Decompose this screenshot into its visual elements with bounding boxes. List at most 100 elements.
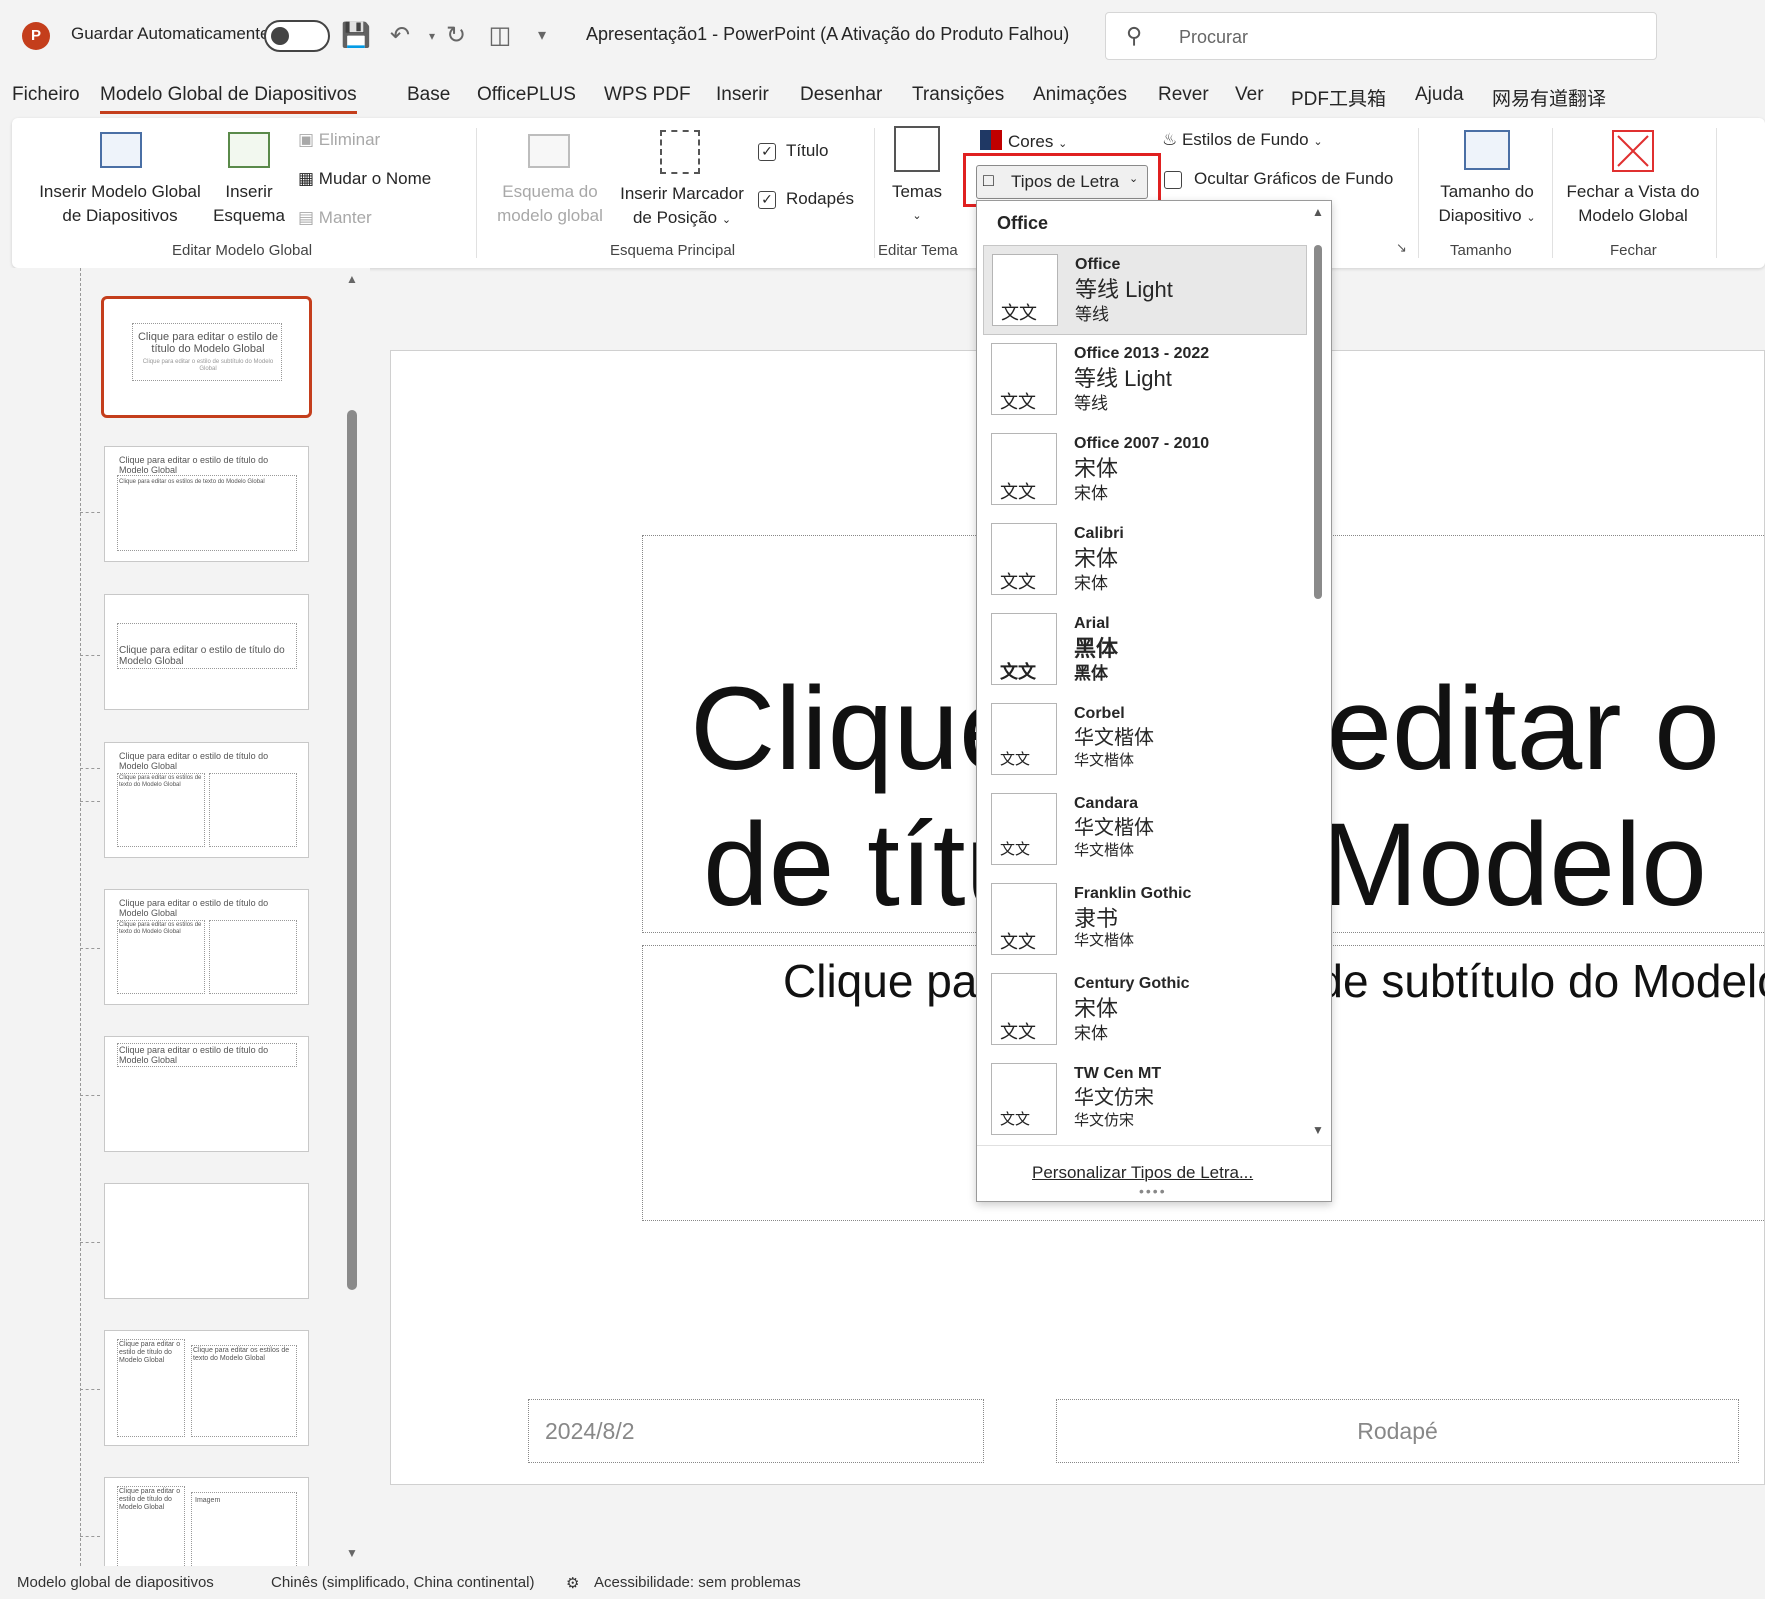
tab-file[interactable]: Ficheiro	[12, 84, 80, 106]
thumb-title: Clique para editar o estilo de título do…	[119, 455, 269, 475]
thumbnail-layout[interactable]: Clique para editar o estilo de título do…	[104, 742, 309, 858]
tab-review[interactable]: Rever	[1158, 84, 1209, 106]
tab-youdao-translate[interactable]: 网易有道翻译	[1492, 84, 1606, 111]
tab-animations[interactable]: Animações	[1033, 84, 1127, 106]
colors-label: Cores	[1008, 132, 1054, 151]
font-option-office-2007[interactable]: 文文 Office 2007 - 2010 宋体 宋体	[983, 425, 1307, 515]
search-box[interactable]: ⚲ Procurar	[1105, 12, 1657, 60]
footers-checkbox[interactable]: ✓	[758, 191, 776, 209]
date-placeholder[interactable]: 2024/8/2	[528, 1399, 984, 1463]
master-layout-label-1: Esquema do	[502, 182, 598, 201]
powerpoint-logo-icon: P	[22, 22, 50, 50]
thumbnail-layout[interactable]: Clique para editar o estilo de título do…	[104, 1330, 309, 1446]
insert-slide-master-label-1: Inserir Modelo Global	[39, 182, 201, 201]
font-option-body: 华文楷体	[1074, 841, 1135, 859]
slide-size-button[interactable]: Tamanho do Diapositivo ⌄	[1424, 180, 1550, 230]
footer-placeholder[interactable]: Rodapé	[1056, 1399, 1739, 1463]
font-option-body: 等线	[1074, 394, 1108, 413]
tab-slide-master[interactable]: Modelo Global de Diapositivos	[100, 84, 357, 114]
thumbnail-layout[interactable]: Clique para editar o estilo de título do…	[104, 594, 309, 710]
redo-icon[interactable]: ↻	[440, 20, 472, 52]
delete-button[interactable]: ▣ Eliminar	[298, 130, 380, 150]
save-icon[interactable]: 💾	[340, 20, 372, 52]
insert-placeholder-button[interactable]: Inserir Marcador de Posição ⌄	[616, 182, 748, 232]
scroll-down-arrow-icon[interactable]: ▼	[346, 1546, 358, 1560]
font-option-franklin-gothic[interactable]: 文文 Franklin Gothic 隶书 华文楷体	[983, 875, 1307, 965]
font-option-tw-cen-mt[interactable]: 文文 TW Cen MT 华文仿宋 华文仿宋	[983, 1055, 1307, 1143]
font-option-office[interactable]: 文文 Office 等线 Light 等线	[983, 245, 1307, 335]
group-separator	[1418, 128, 1419, 258]
customize-quick-access-icon[interactable]: ▾	[526, 20, 558, 52]
thumbnail-layout-blank[interactable]	[104, 1183, 309, 1299]
fonts-icon: □	[983, 170, 994, 190]
insert-slide-master-button[interactable]: Inserir Modelo Global de Diapositivos	[30, 180, 210, 228]
tab-draw[interactable]: Desenhar	[800, 84, 882, 106]
group-label-edit-theme: Editar Tema	[878, 242, 958, 259]
autosave-toggle[interactable]	[264, 20, 330, 52]
font-option-heading: 华文楷体	[1074, 725, 1154, 749]
colors-button[interactable]: Cores ⌄	[980, 130, 1067, 152]
preserve-button[interactable]: ▤ Manter	[298, 208, 372, 228]
thumb-text: Clique para editar os estilos de texto d…	[119, 775, 202, 788]
font-option-corbel[interactable]: 文文 Corbel 华文楷体 华文楷体	[983, 695, 1307, 785]
thumb-title: Clique para editar o estilo de título do…	[119, 751, 269, 771]
customize-fonts-link[interactable]: Personalizar Tipos de Letra...	[1032, 1163, 1253, 1183]
thumbnail-layout[interactable]: Clique para editar o estilo de título do…	[104, 1036, 309, 1152]
title-checkbox-label: Título	[786, 141, 829, 160]
tab-insert[interactable]: Inserir	[716, 84, 769, 106]
tab-help[interactable]: Ajuda	[1415, 84, 1464, 106]
thumb-text: Clique para editar os estilos de texto d…	[119, 922, 202, 935]
themes-button[interactable]: Temas ⌄	[882, 180, 952, 228]
master-layout-button[interactable]: Esquema do modelo global	[486, 180, 614, 228]
title-checkbox[interactable]: ✓	[758, 143, 776, 161]
thumb-title: Clique para editar o estilo de título do…	[119, 1341, 181, 1364]
accessibility-icon: ⚙	[566, 1575, 580, 1592]
scroll-up-arrow-icon[interactable]: ▲	[346, 272, 358, 286]
fonts-button[interactable]: □ Tipos de Letra ⌄	[976, 165, 1148, 199]
rename-button[interactable]: ▦ Mudar o Nome	[298, 169, 431, 189]
undo-icon[interactable]: ↶	[384, 20, 416, 52]
thumbnail-scrollbar[interactable]	[347, 410, 357, 1290]
close-master-view-button[interactable]: Fechar a Vista do Modelo Global	[1560, 180, 1706, 228]
insert-placeholder-icon	[660, 130, 700, 174]
font-option-body: 黑体	[1074, 664, 1108, 683]
font-option-century-gothic[interactable]: 文文 Century Gothic 宋体 宋体	[983, 965, 1307, 1055]
hide-background-checkbox[interactable]	[1164, 171, 1182, 189]
font-list: 文文 Office 等线 Light 等线 文文 Office 2013 - 2…	[977, 243, 1307, 1143]
fonts-label: Tipos de Letra	[1011, 172, 1120, 191]
font-option-heading: 华文楷体	[1074, 815, 1154, 839]
tab-pdf-toolbox[interactable]: PDF工具箱	[1291, 84, 1386, 111]
dialog-launcher-icon[interactable]: ↘	[1396, 240, 1407, 256]
insert-layout-button[interactable]: Inserir Esquema	[212, 180, 286, 228]
dropdown-scroll-thumb[interactable]	[1314, 245, 1322, 599]
document-title: Apresentação1 - PowerPoint (A Ativação d…	[586, 24, 1070, 44]
thumbnail-master[interactable]: Clique para editar o estilo de título do…	[101, 296, 312, 418]
resize-grip-icon[interactable]: ••••	[1139, 1183, 1167, 1199]
thumb-title: Clique para editar o estilo de título do…	[119, 898, 269, 918]
tab-home[interactable]: Base	[407, 84, 450, 106]
chevron-down-icon: ⌄	[1058, 138, 1068, 150]
font-option-arial[interactable]: 文文 Arial 黑体 黑体	[983, 605, 1307, 695]
tab-wps-pdf[interactable]: WPS PDF	[604, 84, 691, 106]
close-master-label-2: Modelo Global	[1578, 206, 1688, 225]
status-accessibility[interactable]: Acessibilidade: sem problemas	[594, 1574, 801, 1591]
tab-transitions[interactable]: Transições	[912, 84, 1004, 106]
font-option-office-2013[interactable]: 文文 Office 2013 - 2022 等线 Light 等线	[983, 335, 1307, 425]
tab-view[interactable]: Ver	[1235, 84, 1264, 106]
scroll-down-arrow-icon[interactable]: ▼	[1312, 1123, 1324, 1137]
insert-layout-label-2: Esquema	[213, 206, 285, 225]
tab-officeplus[interactable]: OfficePLUS	[477, 84, 576, 106]
font-option-candara[interactable]: 文文 Candara 华文楷体 华文楷体	[983, 785, 1307, 875]
group-label-edit-master: Editar Modelo Global	[172, 242, 313, 259]
font-option-body: 等线	[1075, 305, 1109, 324]
thumbnail-layout[interactable]: Clique para editar o estilo de título do…	[104, 446, 309, 562]
background-styles-button[interactable]: ♨ Estilos de Fundo ⌄	[1162, 130, 1323, 150]
thumbnail-layout[interactable]: Clique para editar o estilo de título do…	[104, 889, 309, 1005]
dropdown-scrollbar[interactable]: ▲ ▼	[1311, 205, 1325, 1141]
search-icon: ⚲	[1126, 23, 1143, 48]
status-language[interactable]: Chinês (simplificado, China continental)	[271, 1574, 534, 1591]
paint-bucket-icon: ♨	[1162, 130, 1182, 149]
present-from-start-icon[interactable]: ◫	[484, 20, 516, 52]
scroll-up-arrow-icon[interactable]: ▲	[1312, 205, 1324, 219]
font-option-calibri[interactable]: 文文 Calibri 宋体 宋体	[983, 515, 1307, 605]
